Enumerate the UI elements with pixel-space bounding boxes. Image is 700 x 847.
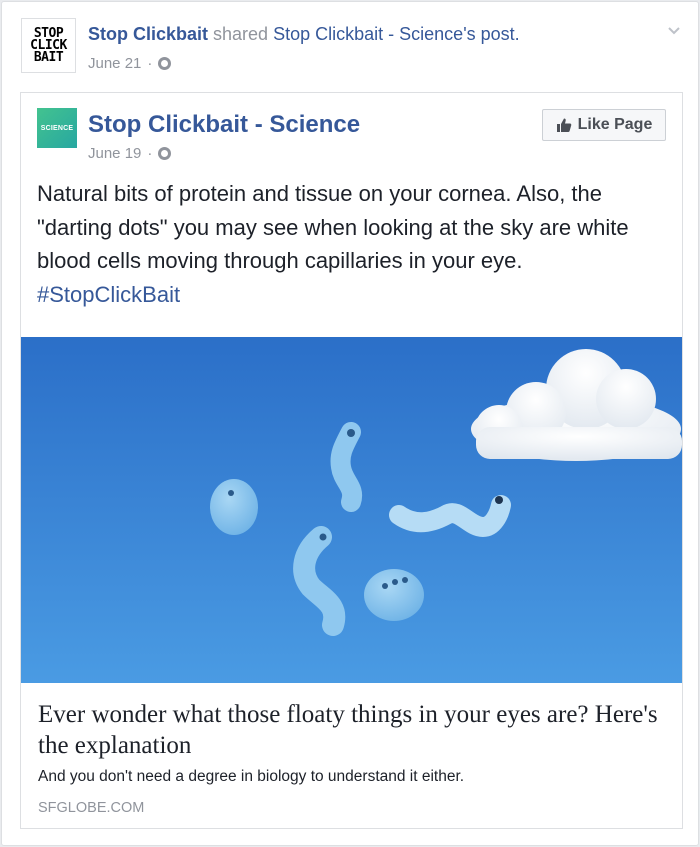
link-preview-domain: SFGLOBE.COM bbox=[38, 800, 145, 816]
source-page-link[interactable]: Stop Clickbait - Science bbox=[273, 24, 463, 44]
stop-clickbait-logo: STOP CLICK BAIT bbox=[26, 23, 71, 68]
link-preview-title[interactable]: Ever wonder what those floaty things in … bbox=[38, 699, 668, 761]
floaters-illustration bbox=[21, 337, 682, 683]
globe-icon[interactable] bbox=[158, 57, 172, 70]
chevron-down-icon[interactable] bbox=[666, 22, 682, 38]
post-body-text: Natural bits of protein and tissue on yo… bbox=[37, 181, 629, 273]
page-name-link[interactable]: Stop Clickbait - Science bbox=[88, 111, 360, 139]
thumbs-up-icon bbox=[556, 118, 571, 132]
link-preview-description: And you don't need a degree in biology t… bbox=[38, 768, 465, 785]
like-page-label: Like Page bbox=[577, 116, 653, 133]
shared-post-card: STOP CLICK BAIT Stop Clickbait shared St… bbox=[1, 1, 699, 846]
meta-separator: · bbox=[147, 55, 153, 72]
share-action-text: shared bbox=[213, 24, 269, 44]
science-logo-text: SCIENCE bbox=[40, 124, 74, 132]
meta-separator: · bbox=[147, 145, 153, 162]
source-post-link[interactable]: 's post. bbox=[463, 24, 519, 44]
science-page-avatar[interactable]: SCIENCE bbox=[37, 108, 77, 148]
hashtag-link[interactable]: #StopClickBait bbox=[37, 282, 180, 307]
original-post: SCIENCE Stop Clickbait - Science June 19… bbox=[20, 92, 683, 829]
share-meta: June 21 · bbox=[88, 55, 172, 72]
share-date-link[interactable]: June 21 bbox=[88, 55, 141, 72]
globe-icon[interactable] bbox=[158, 147, 172, 160]
floater-three-dots bbox=[364, 569, 424, 621]
floater-round bbox=[210, 479, 258, 535]
post-body: Natural bits of protein and tissue on yo… bbox=[37, 177, 667, 311]
stop-clickbait-avatar[interactable]: STOP CLICK BAIT bbox=[21, 18, 76, 73]
sharer-name-link[interactable]: Stop Clickbait bbox=[88, 24, 208, 44]
logo-line-bait: BAIT bbox=[33, 49, 64, 65]
post-meta: June 19 · bbox=[88, 145, 172, 162]
link-preview-image[interactable] bbox=[21, 337, 682, 683]
post-date-link[interactable]: June 19 bbox=[88, 145, 141, 162]
like-page-button[interactable]: Like Page bbox=[542, 109, 666, 141]
share-header: Stop Clickbait shared Stop Clickbait - S… bbox=[88, 24, 520, 45]
